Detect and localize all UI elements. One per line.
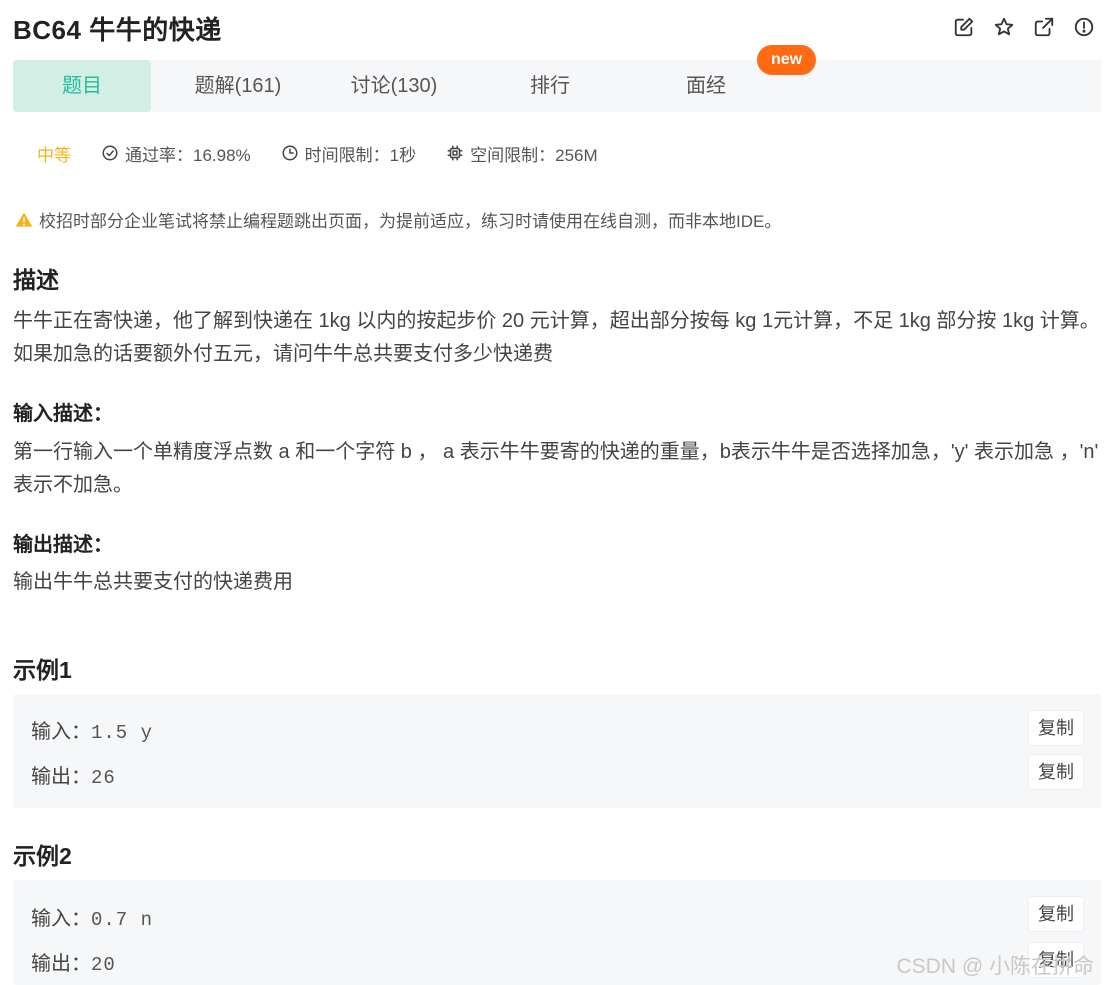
warning-icon (15, 212, 33, 227)
example-output-label: 输出： (31, 766, 91, 788)
copy-button[interactable]: 复制 (1029, 755, 1083, 789)
alert-icon[interactable] (1073, 16, 1095, 38)
example-1-heading: 示例1 (13, 657, 72, 683)
header-actions (953, 16, 1095, 38)
example-1-input: 输入：1.5 y (31, 715, 153, 744)
input-desc-heading: 输入描述： (13, 403, 113, 425)
example-2-input: 输入：0.7 n (31, 902, 153, 931)
description-heading: 描述 (13, 267, 59, 293)
pass-rate-text: 通过率：16.98% (125, 145, 251, 165)
memory-limit: 空间限制：256M (446, 141, 598, 166)
input-desc-text: 第一行输入一个单精度浮点数 a 和一个字符 b ， a 表示牛牛要寄的快递的重量… (13, 441, 1099, 496)
example-output-value: 20 (91, 954, 116, 976)
difficulty-label: 中等 (37, 145, 71, 165)
output-desc-heading: 输出描述： (13, 534, 113, 556)
example-output-label: 输出： (31, 953, 91, 975)
problem-page: BC64 牛牛的快递 题目 题解(161) 讨论(130) 排行 面经 new … (0, 0, 1114, 985)
problem-tabs: 题目 题解(161) 讨论(130) 排行 面经 (13, 60, 1101, 112)
tab-solutions[interactable]: 题解(161) (169, 60, 307, 112)
page-title: BC64 牛牛的快递 (13, 15, 222, 45)
external-link-icon[interactable] (1033, 16, 1055, 38)
time-limit: 时间限制：1秒 (281, 141, 416, 166)
check-circle-icon (102, 145, 118, 161)
notice-text: 校招时部分企业笔试将禁止编程题跳出页面，为提前适应，练习时请使用在线自测，而非本… (39, 212, 782, 231)
star-icon[interactable] (993, 16, 1015, 38)
edit-icon[interactable] (953, 16, 975, 38)
example-output-value: 26 (91, 767, 116, 789)
problem-meta: 中等 通过率：16.98% 时间限制：1秒 空间限制：256M (37, 141, 628, 165)
example-input-value: 1.5 y (91, 722, 154, 744)
tab-problem[interactable]: 题目 (13, 60, 151, 112)
example-input-value: 0.7 n (91, 909, 154, 931)
output-desc-text: 输出牛牛总共要支付的快递费用 (13, 571, 293, 593)
example-input-label: 输入： (31, 908, 91, 930)
new-badge: new (757, 45, 816, 75)
example-1-box: 输入：1.5 y 复制 输出：26 复制 (13, 694, 1101, 808)
watermark: CSDN @ 小陈在拼命 (896, 955, 1095, 978)
example-2-output: 输出：20 (31, 947, 116, 976)
chip-icon (447, 145, 463, 161)
problem-header: BC64 牛牛的快递 (13, 8, 1101, 48)
tab-ranking[interactable]: 排行 (481, 60, 619, 112)
description-text: 牛牛正在寄快递，他了解到快递在 1kg 以内的按起步价 20 元计算，超出部分按… (13, 310, 1100, 365)
time-limit-text: 时间限制：1秒 (304, 145, 417, 165)
notice-bar: 校招时部分企业笔试将禁止编程题跳出页面，为提前适应，练习时请使用在线自测，而非本… (14, 207, 781, 232)
pass-rate: 通过率：16.98% (101, 141, 251, 166)
example-2-heading: 示例2 (13, 843, 72, 869)
copy-button[interactable]: 复制 (1029, 897, 1083, 931)
memory-limit-text: 空间限制：256M (470, 145, 598, 165)
copy-button[interactable]: 复制 (1029, 711, 1083, 745)
tab-discussion[interactable]: 讨论(130) (325, 60, 463, 112)
example-input-label: 输入： (31, 721, 91, 743)
example-1-output: 输出：26 (31, 760, 116, 789)
clock-icon (282, 145, 298, 161)
tab-interview[interactable]: 面经 (637, 60, 775, 112)
